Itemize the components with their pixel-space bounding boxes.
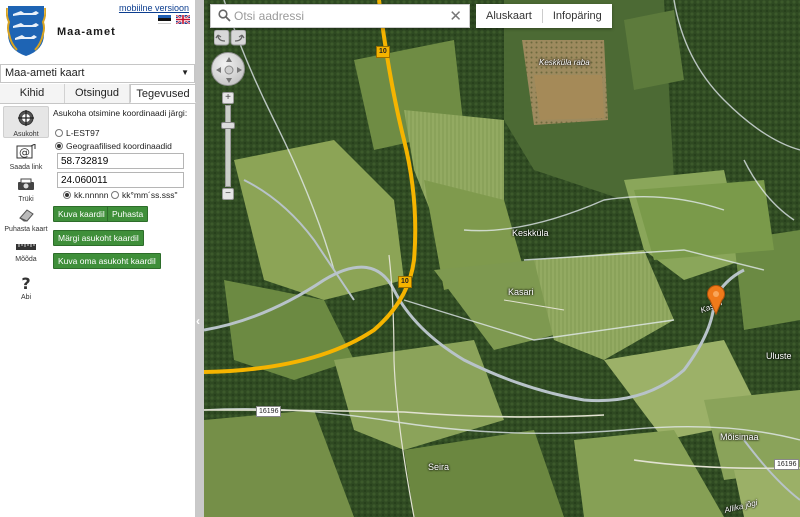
radio-decimal-label: kk.nnnnn	[74, 190, 109, 200]
tool-truki[interactable]: Trüki	[3, 178, 49, 203]
radio-decimal-degrees[interactable]: kk.nnnnn	[63, 190, 109, 200]
zoom-slider-track[interactable]	[225, 105, 231, 187]
mobile-version-link[interactable]: mobiilne versioon	[119, 3, 189, 13]
aerial-imagery	[204, 0, 800, 517]
map-canvas[interactable]: Keskküla raba Keskküla Kasari Uluste Mõi…	[204, 0, 800, 517]
show-own-location-button[interactable]: Kuva oma asukoht kaardil	[53, 253, 161, 269]
estonian-coat-of-arms-logo	[5, 4, 47, 58]
latitude-input[interactable]	[57, 153, 184, 169]
tab-kihid[interactable]: Kihid	[0, 84, 65, 103]
base-map-select[interactable]: Maa-ameti kaart ▼	[0, 64, 195, 83]
radio-circle[interactable]	[63, 191, 71, 199]
english-flag-icon[interactable]	[175, 14, 191, 25]
tool-mooda[interactable]: Mõõda	[3, 242, 49, 263]
zoom-in-button[interactable]: +	[222, 92, 234, 104]
tool-puhasta-kaart-label: Puhasta kaart	[4, 226, 48, 233]
radio-circle[interactable]	[111, 191, 119, 199]
radio-l-est97-label: L-EST97	[66, 128, 100, 138]
zoom-slider-handle[interactable]	[221, 121, 235, 129]
map-top-buttons: Aluskaart Infopäring	[476, 4, 612, 28]
rotate-controls	[213, 29, 247, 46]
radio-geographic-coordinates[interactable]: Geograafilised koordinaadid	[55, 141, 172, 151]
chevron-left-icon: ‹	[196, 314, 200, 328]
base-map-select-value: Maa-ameti kaart	[5, 67, 85, 79]
tool-abi[interactable]: ? Abi	[3, 274, 49, 301]
collapse-panel-handle[interactable]: ‹	[196, 0, 204, 517]
tool-mooda-label: Mõõda	[15, 256, 37, 263]
radio-circle[interactable]	[55, 142, 63, 150]
rotate-left-icon[interactable]	[213, 29, 230, 46]
print-icon	[18, 178, 34, 190]
side-panel: Maa-amet mobiilne versioon Maa-ameti kaa…	[0, 0, 196, 517]
location-marker-pin[interactable]	[706, 285, 726, 316]
road-number-label: 10	[398, 276, 412, 288]
base-map-button[interactable]: Aluskaart	[476, 4, 542, 28]
mark-location-button[interactable]: Märgi asukoht kaardil	[53, 230, 144, 246]
map-label-kasari: Kasari	[508, 287, 534, 297]
crosshair-icon	[18, 110, 34, 126]
local-road-shield: 16196	[774, 459, 800, 470]
pan-control[interactable]	[211, 52, 245, 86]
radio-dms-label: kk°mm´ss.sss"	[122, 190, 178, 200]
local-road-shield: 16196	[256, 406, 282, 417]
tool-truki-label: Trüki	[18, 196, 34, 203]
longitude-input[interactable]	[57, 172, 184, 188]
coordinate-search-title: Asukoha otsimine koordinaadi järgi:	[53, 108, 188, 118]
show-on-map-button[interactable]: Kuva kaardil	[53, 206, 110, 222]
radio-dms[interactable]: kk°mm´ss.sss"	[111, 190, 178, 200]
chevron-down-icon: ▼	[181, 68, 189, 77]
tool-puhasta-kaart[interactable]: Puhasta kaart	[3, 208, 49, 233]
tool-saada-link[interactable]: @ Saada link	[3, 143, 49, 171]
ruler-icon	[16, 244, 36, 250]
clear-search-icon[interactable]: ✕	[449, 7, 462, 25]
tool-rail: Asukoht @ Saada link Trüki Puhasta kaart…	[0, 104, 52, 517]
tool-saada-link-label: Saada link	[9, 164, 43, 171]
info-query-button[interactable]: Infopäring	[543, 4, 612, 28]
map-label-keskkula: Keskküla	[512, 228, 549, 238]
eraser-icon	[19, 209, 34, 222]
tool-asukoht-label: Asukoht	[13, 131, 39, 138]
search-icon	[218, 9, 231, 22]
zoom-control: + −	[221, 92, 235, 200]
compass-icon	[216, 57, 242, 83]
svg-text:@: @	[19, 146, 30, 159]
radio-l-est97[interactable]: L-EST97	[55, 128, 100, 138]
radio-geographic-label: Geograafilised koordinaadid	[66, 141, 172, 151]
rotate-right-icon[interactable]	[230, 29, 247, 46]
tool-abi-label: Abi	[20, 294, 32, 301]
map-label-moisimaa: Mõisimaa	[720, 432, 759, 442]
tab-tegevused[interactable]: Tegevused	[130, 84, 196, 103]
email-link-icon: @	[16, 143, 36, 159]
address-search-box[interactable]: ✕	[210, 4, 470, 28]
radio-circle[interactable]	[55, 129, 63, 137]
address-search-input[interactable]	[234, 7, 444, 25]
tool-asukoht[interactable]: Asukoht	[3, 106, 49, 138]
zoom-out-button[interactable]: −	[222, 188, 234, 200]
map-label-seira: Seira	[428, 462, 450, 472]
estonian-flag-icon[interactable]	[158, 15, 171, 24]
brand-name: Maa-amet	[57, 26, 116, 38]
tab-otsingud[interactable]: Otsingud	[65, 84, 130, 103]
road-number-label: 10	[376, 46, 390, 58]
panel-tabs: Kihid Otsingud Tegevused	[0, 84, 196, 104]
map-pin-icon	[707, 285, 725, 316]
map-label-uluste: Uluste	[766, 351, 792, 361]
map-label-keskkula-raba: Keskküla raba	[539, 58, 590, 67]
clear-button[interactable]: Puhasta	[107, 206, 149, 222]
help-icon: ?	[21, 274, 31, 293]
